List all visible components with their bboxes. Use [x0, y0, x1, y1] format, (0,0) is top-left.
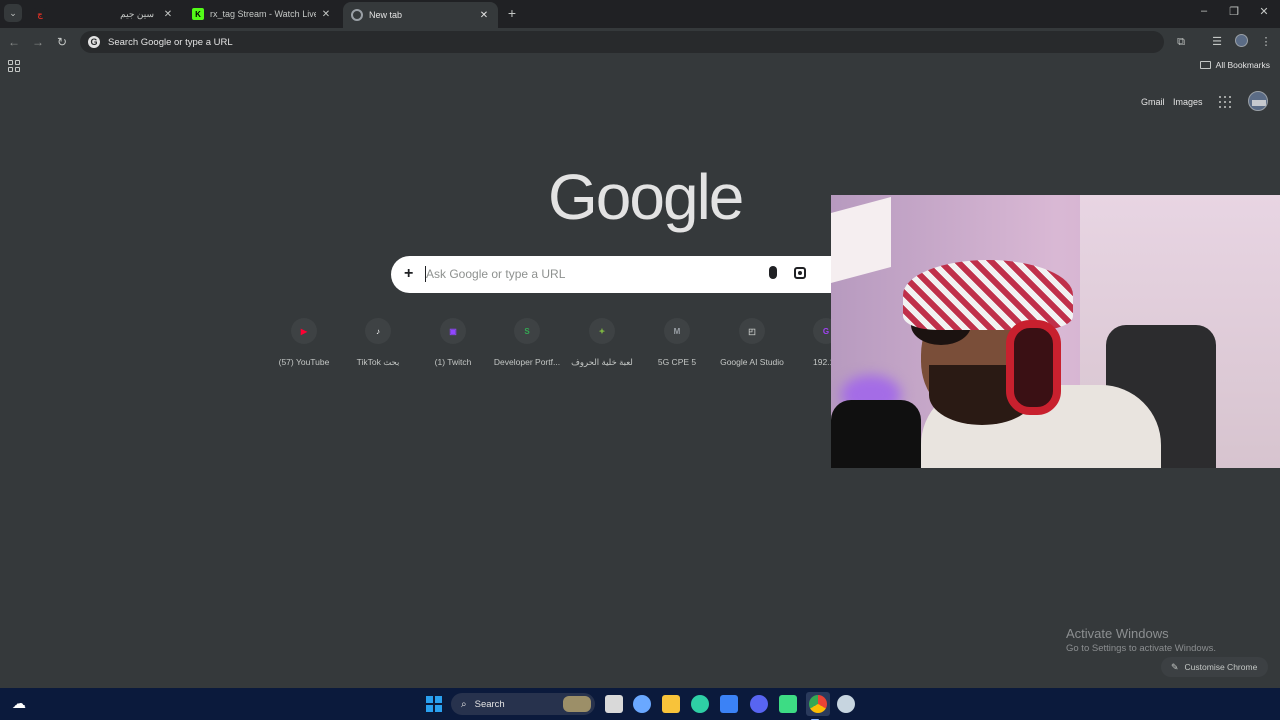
copilot-icon[interactable]	[633, 695, 651, 713]
task-view-icon[interactable]	[605, 695, 623, 713]
tiktok-icon: ♪	[365, 318, 391, 344]
shortcut-developer-portfolio[interactable]: S Developer Portf...	[490, 318, 564, 367]
gmail-link[interactable]: Gmail	[1141, 97, 1165, 107]
weather-widget-icon[interactable]: ☁	[12, 695, 30, 713]
search-highlight-image	[563, 696, 591, 712]
shortcut-label: TikTok بحث	[356, 357, 400, 367]
discord-icon[interactable]	[750, 695, 768, 713]
customise-chrome-label: Customise Chrome	[1184, 662, 1258, 672]
windows-start-button[interactable]	[426, 696, 442, 712]
shortcut-label: (57) YouTube	[278, 357, 330, 367]
tab-3-active[interactable]: New tab ✕	[343, 2, 498, 28]
green-app-icon[interactable]	[779, 695, 797, 713]
softbox-light	[831, 196, 891, 284]
media-controls-icon[interactable]: ☰	[1209, 34, 1225, 50]
chrome-icon	[809, 695, 827, 713]
search-icon: ⌕	[461, 698, 467, 710]
ai-studio-icon: ◰	[739, 318, 765, 344]
toolbar: ← → ↻ G Search Google or type a URL ⧉ ☰ …	[0, 28, 1280, 56]
profile-avatar[interactable]	[1233, 34, 1249, 50]
activate-windows-subtitle: Go to Settings to activate Windows.	[1066, 643, 1216, 654]
shortcut-tiktok[interactable]: ♪ TikTok بحث	[341, 318, 415, 368]
search-placeholder: Ask Google or type a URL	[426, 267, 566, 281]
tab-title: سين جيم	[120, 8, 154, 19]
tab-strip: ⌄ ج سين جيم ✕ K rx_tag Stream - Watch Li…	[0, 0, 1280, 28]
shortcut-letters-game[interactable]: ✦ لعبة خلية الحروف	[565, 318, 639, 368]
shortcut-label: 5G CPE 5	[657, 357, 697, 367]
headset-icon	[1006, 320, 1061, 415]
tab-title: rx_tag Stream - Watch Live on K	[210, 9, 316, 19]
shemagh-headwear	[903, 260, 1073, 330]
tab-1[interactable]: ج سين جيم ✕	[26, 2, 182, 26]
tab-favicon: K	[192, 8, 204, 20]
reload-button[interactable]: ↻	[54, 34, 70, 50]
address-bar[interactable]: G Search Google or type a URL	[80, 31, 1164, 53]
close-icon[interactable]: ✕	[162, 9, 174, 20]
tab-2[interactable]: K rx_tag Stream - Watch Live on K ✕	[184, 2, 340, 26]
tab-search-button[interactable]: ⌄	[4, 4, 22, 22]
close-icon[interactable]: ✕	[478, 10, 490, 21]
shortcut-label: Developer Portf...	[493, 357, 561, 367]
customise-chrome-button[interactable]: ✎ Customise Chrome	[1161, 657, 1268, 677]
shortcut-youtube[interactable]: ▶ (57) YouTube	[267, 318, 341, 367]
taskbar-search[interactable]: ⌕ Search	[451, 693, 595, 715]
microphone-foreground	[831, 400, 921, 468]
activate-windows-title: Activate Windows	[1066, 626, 1169, 641]
shortcut-5g-cpe[interactable]: M 5G CPE 5	[640, 318, 714, 367]
folder-icon	[1199, 61, 1211, 69]
webcam-overlay	[831, 195, 1280, 468]
kebab-menu-icon[interactable]: ⋮	[1258, 34, 1274, 50]
restore-button[interactable]: ❐	[1227, 5, 1241, 18]
close-window-button[interactable]: ✕	[1257, 5, 1271, 18]
ntp-search-box[interactable]: + Ask Google or type a URL	[391, 256, 839, 293]
shortcut-label: لعبة خلية الحروف	[571, 357, 633, 367]
shortcut-google-ai-studio[interactable]: ◰ Google AI Studio	[715, 318, 789, 367]
bookmarks-bar: All Bookmarks	[0, 56, 1280, 78]
back-button[interactable]: ←	[6, 34, 22, 50]
google-apps-icon[interactable]	[1219, 96, 1231, 108]
taskbar-search-label: Search	[474, 698, 505, 710]
shortcut-label: Google AI Studio	[720, 357, 784, 367]
youtube-icon: ▶	[291, 318, 317, 344]
steam-icon[interactable]	[837, 695, 855, 713]
router-icon: M	[664, 318, 690, 344]
google-lens-icon[interactable]	[794, 267, 806, 279]
minimize-button[interactable]: –	[1197, 5, 1211, 17]
plus-icon[interactable]: +	[404, 265, 413, 283]
address-bar-text: Search Google or type a URL	[108, 36, 233, 48]
images-link[interactable]: Images	[1173, 97, 1203, 107]
letters-game-icon: ✦	[589, 318, 615, 344]
shortcut-twitch[interactable]: ▣ (1) Twitch	[416, 318, 490, 367]
developer-portfolio-icon: S	[514, 318, 540, 344]
windows-taskbar: ☁ ⌕ Search	[0, 688, 1280, 720]
google-icon: G	[88, 36, 100, 48]
edge-icon[interactable]	[691, 695, 709, 713]
apps-grid-icon[interactable]	[8, 60, 20, 72]
microphone-icon[interactable]	[769, 266, 777, 279]
close-icon[interactable]: ✕	[320, 9, 332, 20]
forward-button[interactable]: →	[30, 34, 46, 50]
google-logo: Google	[548, 161, 744, 233]
all-bookmarks-label: All Bookmarks	[1215, 60, 1270, 70]
new-tab-button[interactable]: +	[505, 5, 519, 21]
account-avatar[interactable]	[1248, 91, 1268, 111]
twitch-icon: ▣	[440, 318, 466, 344]
tab-favicon: ج	[34, 8, 46, 20]
shortcut-label: (1) Twitch	[434, 357, 472, 367]
file-explorer-icon[interactable]	[662, 695, 680, 713]
chrome-taskbar-button[interactable]	[806, 692, 830, 720]
pencil-icon: ✎	[1171, 661, 1179, 672]
tab-title: New tab	[369, 10, 403, 20]
chrome-icon	[351, 9, 363, 21]
extensions-icon[interactable]: ⧉	[1173, 34, 1189, 50]
store-icon[interactable]	[720, 695, 738, 713]
all-bookmarks-button[interactable]: All Bookmarks	[1199, 60, 1270, 70]
chevron-down-icon: ⌄	[9, 7, 17, 18]
